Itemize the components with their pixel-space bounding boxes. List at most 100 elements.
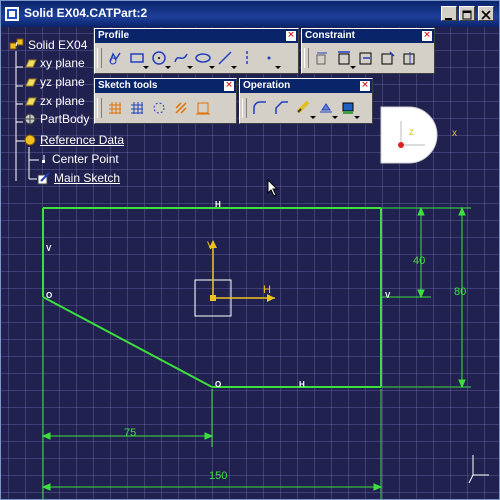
toolbar-grip[interactable] (304, 48, 309, 68)
tree-item-center-point[interactable]: Center Point (39, 152, 119, 166)
maximize-button[interactable] (459, 6, 475, 21)
profile-toolbar-close-button[interactable]: × (286, 31, 296, 41)
tree-item-xy-plane[interactable]: xy plane (25, 56, 85, 70)
circle-button[interactable] (149, 48, 171, 69)
constraints-dialog-icon (316, 52, 327, 65)
plane-icon (25, 78, 37, 87)
compass-center-icon (398, 142, 404, 148)
point-button[interactable] (259, 48, 281, 69)
corner-button[interactable] (250, 98, 270, 118)
tree-item-partbody[interactable]: PartBody (23, 112, 89, 126)
edit-multi-constraint-icon (403, 52, 415, 65)
construction-element-button[interactable] (149, 98, 169, 118)
sketch-icon (37, 172, 50, 185)
catia-app-icon (5, 7, 19, 21)
h-axis-label: H (263, 284, 271, 296)
animate-constraint-button[interactable] (378, 48, 398, 68)
sketch-tools-toolbar[interactable]: Sketch tools × (94, 78, 237, 124)
profile-toolbar-title: Profile (95, 29, 298, 43)
dimension-80[interactable]: 80 (454, 286, 466, 298)
ellipse-button[interactable] (193, 48, 215, 69)
partbody-icon (24, 113, 36, 125)
plane-icon (25, 59, 37, 68)
rectangle-button[interactable] (127, 48, 149, 69)
point-icon (42, 155, 45, 163)
reference-data-icon (24, 134, 36, 146)
tree-item-label: zx plane (40, 94, 85, 108)
tree-item-label: Main Sketch (54, 171, 121, 185)
mirror-button[interactable] (316, 98, 338, 119)
constraint-toolbar[interactable]: Constraint × (301, 28, 435, 74)
spline-icon (174, 53, 188, 63)
constraints-dialog-button[interactable] (312, 48, 332, 68)
toolbar-grip[interactable] (242, 98, 247, 118)
tree-item-yz-plane[interactable]: yz plane (25, 75, 85, 89)
horizontal-constraint-top[interactable]: H (215, 200, 221, 209)
tree-root[interactable]: Solid EX04 (9, 37, 87, 53)
toolbar-grip[interactable] (97, 98, 102, 118)
dimensional-constraints-button[interactable] (193, 98, 213, 118)
construction-element-icon (153, 102, 165, 114)
trim-button[interactable] (294, 98, 316, 119)
axis-triad-icon (468, 455, 489, 484)
chamfer-button[interactable] (272, 98, 292, 118)
animate-constraint-icon (381, 51, 395, 65)
slanted-edge (42, 296, 213, 388)
project-3d-elements-icon (342, 102, 354, 114)
operation-toolbar[interactable]: Operation × (239, 78, 373, 124)
grid-icon (109, 102, 121, 114)
tree-item-zx-plane[interactable]: zx plane (25, 94, 85, 108)
catia-window: Solid EX04.CATPart:2 40 80 75 150 H V O … (0, 0, 500, 500)
close-button[interactable] (478, 6, 494, 21)
edit-multi-constraint-button[interactable] (400, 48, 420, 68)
tree-item-label: yz plane (40, 75, 85, 89)
dimension-150[interactable]: 150 (209, 470, 227, 482)
snap-to-point-icon (131, 102, 143, 114)
profile-toolbar[interactable]: Profile × (94, 28, 299, 74)
tree-item-reference-data[interactable]: Reference Data (23, 133, 124, 147)
vertical-constraint-right[interactable]: V (385, 291, 391, 300)
grid-button[interactable] (105, 98, 125, 118)
dimension-lines (41, 206, 471, 499)
snap-to-point-button[interactable] (127, 98, 147, 118)
tree-item-label: xy plane (40, 56, 85, 70)
constraint-toolbar-close-button[interactable]: × (422, 31, 432, 41)
spline-button[interactable] (171, 48, 193, 69)
geometric-constraints-icon (175, 102, 187, 114)
trim-icon (296, 100, 310, 114)
tree-item-label: Reference Data (40, 133, 125, 147)
auto-constraint-button[interactable] (356, 48, 376, 68)
toolbar-grip[interactable] (97, 48, 102, 68)
point-icon (267, 56, 271, 60)
compass-z-label: z (409, 127, 414, 138)
sketch-canvas[interactable]: 40 80 75 150 H V O V O H H V Solid EX04 … (1, 27, 499, 499)
sketch-tools-toolbar-close-button[interactable]: × (224, 81, 234, 91)
origin-point[interactable] (210, 295, 216, 301)
profile-button[interactable] (105, 48, 125, 68)
axis-icon (246, 51, 248, 65)
minimize-button[interactable] (441, 6, 457, 21)
constraint-icon (338, 51, 350, 65)
compass-widget[interactable]: z x (379, 105, 459, 171)
horizontal-constraint-bottom[interactable]: H (299, 380, 305, 389)
part-icon (9, 38, 24, 50)
axis-button[interactable] (237, 48, 257, 68)
dimension-75[interactable]: 75 (124, 427, 136, 439)
tree-item-main-sketch[interactable]: Main Sketch (37, 171, 120, 185)
operation-toolbar-close-button[interactable]: × (360, 81, 370, 91)
coincident-constraint-left[interactable]: O (46, 291, 52, 300)
ellipse-icon (195, 53, 211, 63)
geometric-constraints-button[interactable] (171, 98, 191, 118)
constraint-button[interactable] (334, 48, 356, 69)
project-3d-elements-button[interactable] (338, 98, 360, 119)
title-bar[interactable]: Solid EX04.CATPart:2 (1, 1, 499, 27)
maximize-icon (462, 10, 472, 20)
coincident-constraint-bottom[interactable]: O (215, 380, 221, 389)
line-button[interactable] (215, 48, 237, 69)
vertical-constraint-left[interactable]: V (46, 244, 52, 253)
dimension-40[interactable]: 40 (413, 255, 425, 267)
line-icon (218, 51, 232, 65)
mouse-cursor-icon (267, 179, 279, 197)
operation-toolbar-title: Operation (240, 79, 372, 93)
dimensional-constraints-icon (196, 102, 210, 115)
